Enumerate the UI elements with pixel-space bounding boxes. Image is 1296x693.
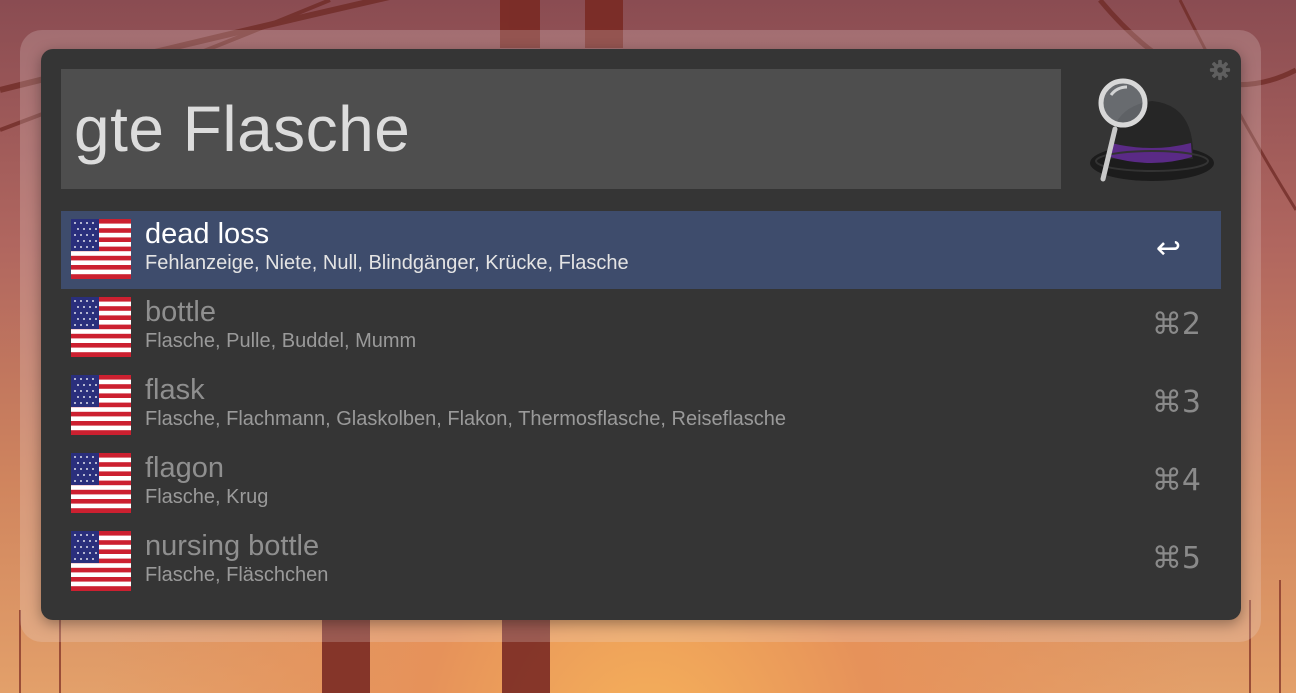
- result-title: dead loss: [145, 218, 270, 250]
- result-subtitle: Fehlanzeige, Niete, Null, Blindgänger, K…: [145, 252, 629, 274]
- shortcut-label: ⌘3: [1151, 385, 1201, 420]
- us-flag-icon: [71, 297, 131, 357]
- result-title: flask: [145, 374, 205, 406]
- result-row[interactable]: nursing bottle Flasche, Fläschchen ⌘5: [61, 523, 1221, 601]
- launcher-window: gte Flasche dead loss Fehlanzeige, Niete…: [41, 49, 1241, 620]
- result-texts: dead loss Fehlanzeige, Niete, Null, Blin…: [145, 218, 629, 276]
- result-title: bottle: [145, 296, 216, 328]
- shortcut-label: ⌘5: [1151, 541, 1201, 576]
- result-subtitle: Flasche, Fläschchen: [145, 564, 329, 586]
- result-texts: bottle Flasche, Pulle, Buddel, Mumm: [145, 296, 416, 354]
- result-title: nursing bottle: [145, 530, 320, 562]
- result-subtitle: Flasche, Pulle, Buddel, Mumm: [145, 330, 417, 352]
- return-key-icon: ↩: [1155, 231, 1181, 266]
- shortcut-label: ⌘2: [1151, 307, 1201, 342]
- result-texts: flagon Flasche, Krug: [145, 452, 268, 510]
- result-subtitle: Flasche, Krug: [145, 486, 269, 508]
- result-texts: nursing bottle Flasche, Fläschchen: [145, 530, 328, 588]
- us-flag-icon: [71, 375, 131, 435]
- us-flag-icon: [71, 219, 131, 279]
- us-flag-icon: [71, 531, 131, 591]
- results-list: dead loss Fehlanzeige, Niete, Null, Blin…: [61, 211, 1221, 601]
- search-field[interactable]: gte Flasche: [61, 69, 1061, 189]
- result-texts: flask Flasche, Flachmann, Glaskolben, Fl…: [145, 374, 786, 432]
- shortcut-label: ⌘4: [1151, 463, 1201, 498]
- result-title: flagon: [145, 452, 225, 484]
- result-subtitle: Flasche, Flachmann, Glaskolben, Flakon, …: [145, 408, 787, 430]
- us-flag-icon: [71, 453, 131, 513]
- search-query[interactable]: gte Flasche: [74, 92, 410, 166]
- result-row[interactable]: flagon Flasche, Krug ⌘4: [61, 445, 1221, 523]
- result-row[interactable]: bottle Flasche, Pulle, Buddel, Mumm ⌘2: [61, 289, 1221, 367]
- result-row[interactable]: dead loss Fehlanzeige, Niete, Null, Blin…: [61, 211, 1221, 289]
- alfred-hat-icon: [1090, 78, 1214, 182]
- result-row[interactable]: flask Flasche, Flachmann, Glaskolben, Fl…: [61, 367, 1221, 445]
